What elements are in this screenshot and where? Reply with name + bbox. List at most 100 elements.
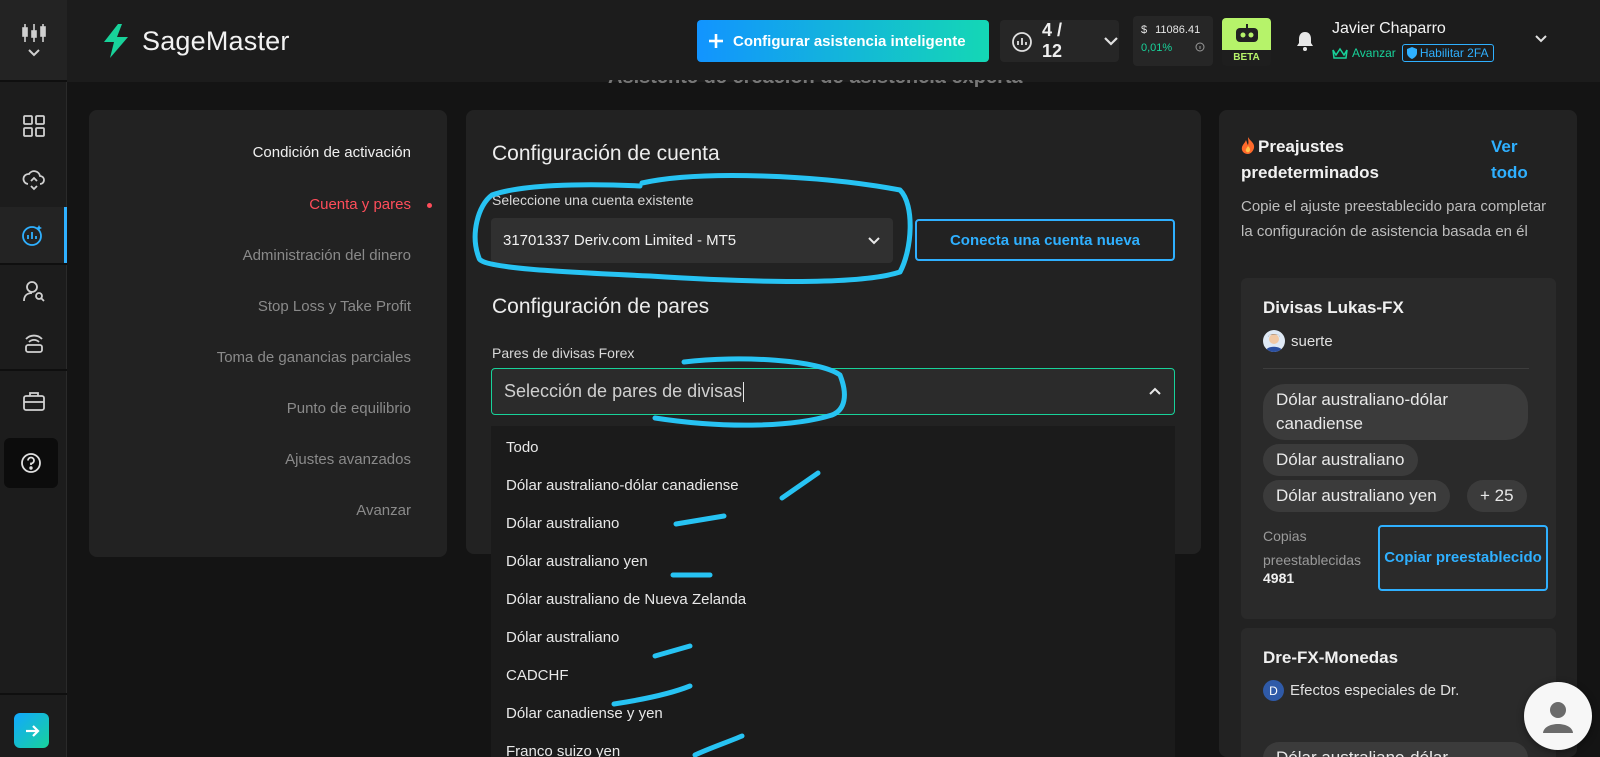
briefcase-icon [22,392,45,411]
user-menu[interactable]: Javier Chaparro Avanzar Habilitar 2FA [1332,20,1494,62]
preset-title: Divisas Lukas-FX [1263,298,1404,317]
assistants-counter[interactable]: 4 / 12 [1000,20,1119,62]
pair-option[interactable]: Franco suizo yen [506,743,620,757]
pair-option[interactable]: CADCHF [506,667,569,684]
brand-logo[interactable]: SageMaster [100,24,290,58]
sidebar-rail [0,0,67,757]
copies-count: 4981 [1263,570,1295,586]
notifications-button[interactable] [1296,31,1314,56]
pairs-heading: Configuración de pares [492,295,710,318]
robot-icon [1235,24,1258,42]
info-icon [1195,42,1205,52]
wizard-steps: Condición de activación Cuenta y pares A… [89,110,447,557]
avatar [1263,330,1285,352]
nav-assistant[interactable] [0,207,67,263]
expand-sidebar-button[interactable] [14,713,49,748]
arrow-right-icon [25,724,40,737]
assistant-icon [22,225,42,246]
top-bar: SageMaster Configurar asistencia intelig… [67,0,1600,82]
nav-dashboard[interactable] [0,98,67,154]
nav-portfolio[interactable] [0,373,67,429]
copy-preset-button[interactable]: Copiar preestablecido [1378,525,1548,591]
step-activation[interactable]: Condición de activación [253,144,411,161]
step-account-pairs[interactable]: Cuenta y pares [309,196,411,213]
crown-icon [1332,47,1348,59]
more-tags-badge[interactable]: + 25 [1467,480,1527,512]
user-avatar-icon [1543,702,1573,733]
plus-icon [709,34,723,48]
user-level-badge[interactable]: Avanzar [1332,46,1396,60]
users-icon [22,281,45,302]
currency-pairs-input[interactable]: Selección de pares de divisas [491,368,1175,415]
avatar: D [1263,680,1284,701]
copies-label: Copias preestablecidas [1263,528,1362,568]
help-button[interactable] [4,438,58,488]
support-chat-button[interactable] [1524,682,1592,750]
dashboard-icon [22,115,45,137]
current-step-indicator [427,203,432,208]
pair-option[interactable]: Dólar australiano [506,515,619,532]
balance-amount: 11086.41 [1155,24,1201,36]
preset-card: Dre-FX-Monedas D Efectos especiales de D… [1241,628,1556,757]
presets-title-text: Preajustes predeterminados [1241,137,1379,182]
pair-option[interactable]: Dólar australiano de Nueva Zelanda [506,591,746,608]
balance-widget[interactable]: $ 11086.41 0,01% [1133,16,1213,66]
brand-name: SageMaster [142,25,290,56]
step-partial-profit[interactable]: Toma de ganancias parciales [217,349,411,366]
presets-description: Copie el ajuste preestablecido para comp… [1241,198,1547,240]
chevron-down-icon [868,237,880,245]
pair-option[interactable]: Dólar australiano-dólar canadiense [506,477,739,494]
text-caret [743,382,745,403]
user-menu-toggle[interactable] [1534,30,1548,48]
connect-account-button[interactable]: Conecta una cuenta nueva [915,219,1175,261]
user-name: Javier Chaparro [1332,20,1446,37]
nav-users[interactable] [0,263,67,319]
cloud-sync-icon [22,170,45,191]
divider [1263,368,1529,369]
account-heading: Configuración de cuenta [492,142,720,165]
preset-author: suerte [1263,330,1333,352]
fire-icon [1241,136,1256,154]
pair-tag: Dólar australiano-dólar canadiense [1263,384,1528,440]
preset-title: Dre-FX-Monedas [1263,648,1399,667]
step-advanced[interactable]: Ajustes avanzados [285,451,411,468]
step-advance[interactable]: Avanzar [356,502,411,519]
preset-author-name: Efectos especiales de Dr. [1290,682,1460,699]
pairs-input-value: Selección de pares de divisas [504,380,743,401]
beta-assistant-button[interactable]: BETA [1222,18,1271,66]
step-money-management[interactable]: Administración del dinero [243,247,411,264]
bell-icon [1297,32,1313,51]
preset-card: Divisas Lukas-FX suerte Dólar australian… [1241,278,1556,619]
pair-option[interactable]: Dólar australiano yen [506,553,648,570]
enable-2fa-button[interactable]: Habilitar 2FA [1401,44,1494,62]
user-level-label: Avanzar [1352,46,1396,60]
pair-tag: Dólar australiano [1263,444,1418,476]
rail-divider [0,693,67,695]
assistant-icon [1012,32,1032,52]
pair-option[interactable]: Dólar canadiense y yen [506,705,663,722]
nav-sync[interactable] [0,151,67,207]
cta-label: Configurar asistencia inteligente [733,32,966,50]
chevron-down-icon [27,49,40,57]
view-all-link[interactable]: Ver todo [1491,134,1541,186]
pairs-dropdown-list: Todo Dólar australiano-dólar canadiense … [491,426,1175,757]
chevron-down-icon [1535,35,1547,43]
rail-divider [0,80,67,82]
enable-2fa-label: Habilitar 2FA [1419,46,1489,60]
chevron-down-icon [1104,37,1118,46]
chevron-up-icon [1149,387,1161,395]
account-selected-value: 31701337 Deriv.com Limited - MT5 [503,232,737,249]
pair-option[interactable]: Todo [506,439,539,456]
preset-author: D Efectos especiales de Dr. [1263,680,1459,701]
nav-signals[interactable] [0,314,67,370]
step-stop-loss[interactable]: Stop Loss y Take Profit [258,298,411,315]
balance-currency: $ [1141,24,1148,36]
balance-change: 0,01% [1141,42,1173,54]
tools-menu-button[interactable] [0,0,67,80]
configure-assistant-button[interactable]: Configurar asistencia inteligente [697,20,989,62]
sagemaster-logo-icon [104,24,128,58]
step-breakeven[interactable]: Punto de equilibrio [287,400,411,417]
presets-title: Preajustes predeterminados [1241,134,1441,186]
account-select[interactable]: 31701337 Deriv.com Limited - MT5 [491,218,893,263]
pair-option[interactable]: Dólar australiano [506,629,619,646]
